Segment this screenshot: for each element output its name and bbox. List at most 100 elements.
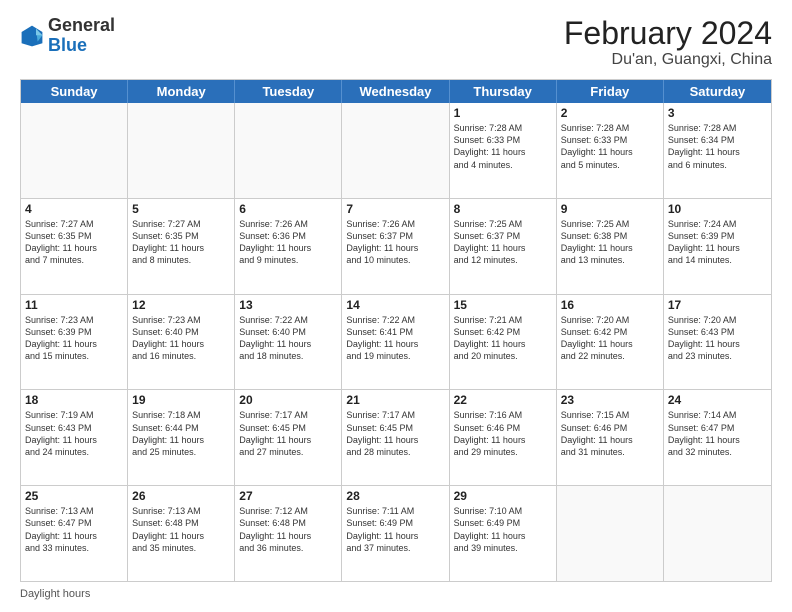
calendar-cell-day-1: 1 Sunrise: 7:28 AM Sunset: 6:33 PM Daylig… — [450, 103, 557, 198]
calendar-header-row: SundayMondayTuesdayWednesdayThursdayFrid… — [21, 80, 771, 103]
day-number: 2 — [561, 106, 659, 120]
calendar-cell-day-12: 12 Sunrise: 7:23 AM Sunset: 6:40 PM Dayli… — [128, 295, 235, 390]
calendar-cell-day-24: 24 Sunrise: 7:14 AM Sunset: 6:47 PM Dayli… — [664, 390, 771, 485]
calendar-cell-empty — [128, 103, 235, 198]
calendar-title: February 2024 — [564, 16, 772, 51]
calendar-row-1: 4 Sunrise: 7:27 AM Sunset: 6:35 PM Daylig… — [21, 198, 771, 294]
cell-text: Sunrise: 7:24 AM Sunset: 6:39 PM Dayligh… — [668, 218, 767, 267]
cell-text: Sunrise: 7:15 AM Sunset: 6:46 PM Dayligh… — [561, 409, 659, 458]
cell-text: Sunrise: 7:22 AM Sunset: 6:41 PM Dayligh… — [346, 314, 444, 363]
calendar-cell-empty — [557, 486, 664, 581]
calendar-cell-day-20: 20 Sunrise: 7:17 AM Sunset: 6:45 PM Dayli… — [235, 390, 342, 485]
calendar-cell-day-26: 26 Sunrise: 7:13 AM Sunset: 6:48 PM Dayli… — [128, 486, 235, 581]
cell-text: Sunrise: 7:20 AM Sunset: 6:42 PM Dayligh… — [561, 314, 659, 363]
calendar-cell-day-22: 22Sunrise: 7:16 AM Sunset: 6:46 PM Dayli… — [450, 390, 557, 485]
weekday-header-friday: Friday — [557, 80, 664, 103]
calendar-cell-day-25: 25 Sunrise: 7:13 AM Sunset: 6:47 PM Dayli… — [21, 486, 128, 581]
weekday-header-tuesday: Tuesday — [235, 80, 342, 103]
title-block: February 2024 Du'an, Guangxi, China — [564, 16, 772, 69]
cell-text: Sunrise: 7:10 AM Sunset: 6:49 PM Dayligh… — [454, 505, 552, 554]
logo-icon — [20, 24, 44, 48]
day-number: 25 — [25, 489, 123, 503]
day-number: 18 — [25, 393, 123, 407]
calendar-row-0: 1 Sunrise: 7:28 AM Sunset: 6:33 PM Daylig… — [21, 103, 771, 198]
cell-text: Sunrise: 7:23 AM Sunset: 6:40 PM Dayligh… — [132, 314, 230, 363]
cell-text: Sunrise: 7:17 AM Sunset: 6:45 PM Dayligh… — [239, 409, 337, 458]
calendar-cell-day-21: 21Sunrise: 7:17 AM Sunset: 6:45 PM Dayli… — [342, 390, 449, 485]
calendar-cell-day-23: 23 Sunrise: 7:15 AM Sunset: 6:46 PM Dayli… — [557, 390, 664, 485]
calendar-row-4: 25 Sunrise: 7:13 AM Sunset: 6:47 PM Dayli… — [21, 485, 771, 581]
calendar-row-2: 11Sunrise: 7:23 AM Sunset: 6:39 PM Dayli… — [21, 294, 771, 390]
cell-text: Sunrise: 7:28 AM Sunset: 6:34 PM Dayligh… — [668, 122, 767, 171]
day-number: 12 — [132, 298, 230, 312]
calendar-subtitle: Du'an, Guangxi, China — [564, 51, 772, 69]
weekday-header-saturday: Saturday — [664, 80, 771, 103]
calendar-cell-day-18: 18 Sunrise: 7:19 AM Sunset: 6:43 PM Dayli… — [21, 390, 128, 485]
calendar-cell-day-6: 6Sunrise: 7:26 AM Sunset: 6:36 PM Daylig… — [235, 199, 342, 294]
day-number: 15 — [454, 298, 552, 312]
calendar-cell-empty — [235, 103, 342, 198]
day-number: 3 — [668, 106, 767, 120]
calendar-cell-day-2: 2 Sunrise: 7:28 AM Sunset: 6:33 PM Daylig… — [557, 103, 664, 198]
cell-text: Sunrise: 7:13 AM Sunset: 6:47 PM Dayligh… — [25, 505, 123, 554]
calendar-cell-day-27: 27 Sunrise: 7:12 AM Sunset: 6:48 PM Dayli… — [235, 486, 342, 581]
day-number: 8 — [454, 202, 552, 216]
calendar-cell-day-28: 28Sunrise: 7:11 AM Sunset: 6:49 PM Dayli… — [342, 486, 449, 581]
cell-text: Sunrise: 7:26 AM Sunset: 6:37 PM Dayligh… — [346, 218, 444, 267]
day-number: 17 — [668, 298, 767, 312]
cell-text: Sunrise: 7:11 AM Sunset: 6:49 PM Dayligh… — [346, 505, 444, 554]
cell-text: Sunrise: 7:23 AM Sunset: 6:39 PM Dayligh… — [25, 314, 123, 363]
calendar-cell-empty — [342, 103, 449, 198]
cell-text: Sunrise: 7:27 AM Sunset: 6:35 PM Dayligh… — [25, 218, 123, 267]
daylight-label: Daylight hours — [20, 588, 90, 600]
calendar-cell-day-10: 10 Sunrise: 7:24 AM Sunset: 6:39 PM Dayli… — [664, 199, 771, 294]
calendar-cell-day-16: 16 Sunrise: 7:20 AM Sunset: 6:42 PM Dayli… — [557, 295, 664, 390]
calendar-cell-day-14: 14Sunrise: 7:22 AM Sunset: 6:41 PM Dayli… — [342, 295, 449, 390]
day-number: 10 — [668, 202, 767, 216]
day-number: 19 — [132, 393, 230, 407]
calendar-body: 1 Sunrise: 7:28 AM Sunset: 6:33 PM Daylig… — [21, 103, 771, 581]
footer: Daylight hours — [20, 588, 772, 600]
day-number: 20 — [239, 393, 337, 407]
cell-text: Sunrise: 7:17 AM Sunset: 6:45 PM Dayligh… — [346, 409, 444, 458]
cell-text: Sunrise: 7:25 AM Sunset: 6:37 PM Dayligh… — [454, 218, 552, 267]
weekday-header-wednesday: Wednesday — [342, 80, 449, 103]
cell-text: Sunrise: 7:13 AM Sunset: 6:48 PM Dayligh… — [132, 505, 230, 554]
day-number: 16 — [561, 298, 659, 312]
cell-text: Sunrise: 7:28 AM Sunset: 6:33 PM Dayligh… — [561, 122, 659, 171]
calendar-cell-day-9: 9 Sunrise: 7:25 AM Sunset: 6:38 PM Daylig… — [557, 199, 664, 294]
cell-text: Sunrise: 7:14 AM Sunset: 6:47 PM Dayligh… — [668, 409, 767, 458]
calendar-cell-day-4: 4 Sunrise: 7:27 AM Sunset: 6:35 PM Daylig… — [21, 199, 128, 294]
calendar-cell-empty — [21, 103, 128, 198]
day-number: 5 — [132, 202, 230, 216]
cell-text: Sunrise: 7:19 AM Sunset: 6:43 PM Dayligh… — [25, 409, 123, 458]
cell-text: Sunrise: 7:25 AM Sunset: 6:38 PM Dayligh… — [561, 218, 659, 267]
cell-text: Sunrise: 7:18 AM Sunset: 6:44 PM Dayligh… — [132, 409, 230, 458]
cell-text: Sunrise: 7:27 AM Sunset: 6:35 PM Dayligh… — [132, 218, 230, 267]
page: General Blue February 2024 Du'an, Guangx… — [0, 0, 792, 612]
day-number: 7 — [346, 202, 444, 216]
cell-text: Sunrise: 7:28 AM Sunset: 6:33 PM Dayligh… — [454, 122, 552, 171]
day-number: 4 — [25, 202, 123, 216]
calendar-cell-day-8: 8 Sunrise: 7:25 AM Sunset: 6:37 PM Daylig… — [450, 199, 557, 294]
calendar-cell-day-19: 19 Sunrise: 7:18 AM Sunset: 6:44 PM Dayli… — [128, 390, 235, 485]
header: General Blue February 2024 Du'an, Guangx… — [20, 16, 772, 69]
calendar-cell-day-7: 7 Sunrise: 7:26 AM Sunset: 6:37 PM Daylig… — [342, 199, 449, 294]
day-number: 24 — [668, 393, 767, 407]
day-number: 23 — [561, 393, 659, 407]
day-number: 13 — [239, 298, 337, 312]
day-number: 9 — [561, 202, 659, 216]
day-number: 1 — [454, 106, 552, 120]
calendar-cell-day-11: 11Sunrise: 7:23 AM Sunset: 6:39 PM Dayli… — [21, 295, 128, 390]
weekday-header-sunday: Sunday — [21, 80, 128, 103]
logo-text: General Blue — [48, 16, 115, 56]
day-number: 26 — [132, 489, 230, 503]
cell-text: Sunrise: 7:21 AM Sunset: 6:42 PM Dayligh… — [454, 314, 552, 363]
weekday-header-thursday: Thursday — [450, 80, 557, 103]
day-number: 27 — [239, 489, 337, 503]
cell-text: Sunrise: 7:12 AM Sunset: 6:48 PM Dayligh… — [239, 505, 337, 554]
cell-text: Sunrise: 7:20 AM Sunset: 6:43 PM Dayligh… — [668, 314, 767, 363]
calendar-cell-empty — [664, 486, 771, 581]
day-number: 29 — [454, 489, 552, 503]
calendar-cell-day-13: 13Sunrise: 7:22 AM Sunset: 6:40 PM Dayli… — [235, 295, 342, 390]
